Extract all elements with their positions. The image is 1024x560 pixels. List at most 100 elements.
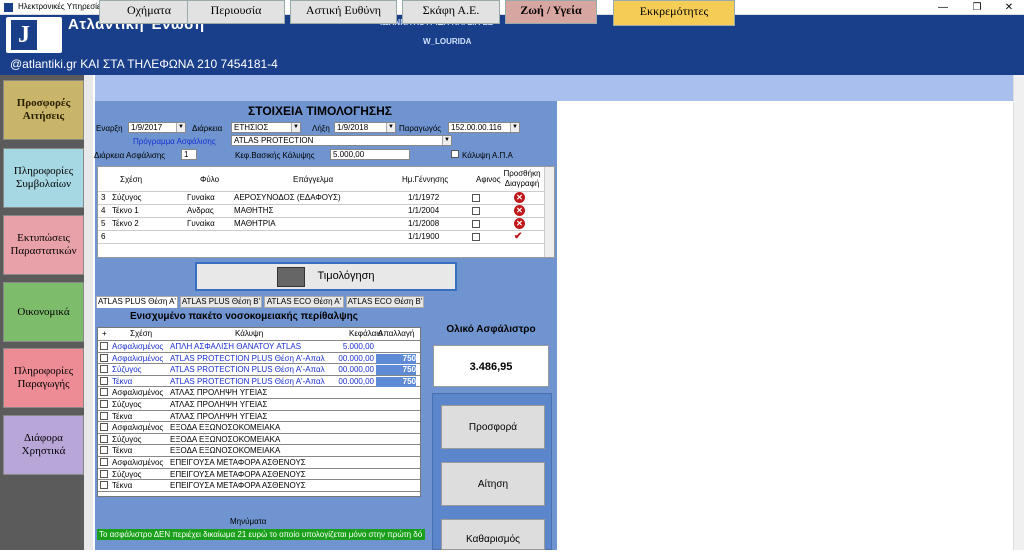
cell-dob[interactable]: 1/1/1972 bbox=[408, 193, 439, 202]
cell-coverage[interactable]: ΕΠΕΙΓΟΥΣΑ ΜΕΤΑΦΟΡΑ ΑΣΘΕΝΟΥΣ bbox=[170, 470, 330, 479]
cell-deductible[interactable] bbox=[376, 458, 416, 468]
coverage-checkbox[interactable] bbox=[100, 342, 108, 350]
coverage-checkbox[interactable] bbox=[100, 423, 108, 432]
table-row[interactable]: Ασφαλισμένος ATLAS PROTECTION PLUS Θέση Α… bbox=[98, 353, 420, 365]
chevron-down-icon[interactable]: ▼ bbox=[291, 123, 300, 132]
subtab-plus-a[interactable]: ATLAS PLUS Θέση Α' bbox=[96, 296, 178, 308]
chevron-down-icon[interactable]: ▼ bbox=[442, 136, 451, 145]
cell-relation[interactable]: Σύζυγος bbox=[112, 470, 167, 479]
coverage-checkbox[interactable] bbox=[100, 411, 108, 420]
cell-job[interactable]: ΜΑΘΗΤΗΣ bbox=[234, 206, 273, 215]
coverage-checkbox[interactable] bbox=[100, 469, 108, 478]
sidebar-item-misc[interactable]: Διάφορα Χρηστικά bbox=[3, 415, 84, 475]
cell-coverage[interactable]: ATLAS PROTECTION PLUS Θέση Α'-Απαλ bbox=[170, 365, 330, 374]
cell-deductible[interactable] bbox=[376, 446, 416, 456]
table-row[interactable]: Σύζυγος ATLAS PROTECTION PLUS Θέση Α'-Απα… bbox=[98, 364, 420, 376]
cell-relation[interactable]: Ασφαλισμένος bbox=[112, 342, 167, 351]
cell-gender[interactable]: Γυναίκα bbox=[187, 193, 215, 202]
sidebar-item-production[interactable]: Πληροφορίες Παραγωγής bbox=[3, 348, 84, 408]
cell-deductible[interactable] bbox=[376, 481, 416, 491]
cell-coverage[interactable]: ATLAS PROTECTION PLUS Θέση Α'-Απαλ bbox=[170, 354, 330, 363]
nonsmoker-checkbox[interactable] bbox=[472, 207, 480, 215]
sidebar-item-contracts[interactable]: Πληροφορίες Συμβολαίων bbox=[3, 148, 84, 208]
ins-duration-field[interactable]: 1 bbox=[181, 149, 197, 160]
cell-gender[interactable]: Ανδρας bbox=[187, 206, 214, 215]
cell-deductible[interactable] bbox=[376, 388, 416, 398]
delete-icon[interactable]: ✕ bbox=[514, 192, 525, 203]
cell-relation[interactable]: Σύζυγος bbox=[112, 435, 167, 444]
cell-coverage[interactable]: ΕΞΟΔΑ ΕΞΩΝΟΣΟΚΟΜΕΙΑΚΑ bbox=[170, 423, 330, 432]
cell-dob[interactable]: 1/1/1900 bbox=[408, 232, 439, 241]
coverage-checkbox[interactable] bbox=[100, 353, 108, 362]
cell-dob[interactable]: 1/1/2004 bbox=[408, 206, 439, 215]
cell-coverage[interactable]: ΑΤΛΑΣ ΠΡΟΛΗΨΗ ΥΓΕΙΑΣ bbox=[170, 400, 330, 409]
cell-relation[interactable]: Ασφαλισμένος bbox=[112, 354, 167, 363]
start-date-field[interactable]: 1/9/2017 ▼ bbox=[128, 122, 186, 133]
cell-deductible[interactable] bbox=[376, 400, 416, 410]
table-row[interactable]: Σύζυγος ΕΠΕΙΓΟΥΣΑ ΜΕΤΑΦΟΡΑ ΑΣΘΕΝΟΥΣ bbox=[98, 469, 420, 481]
cell-deductible[interactable] bbox=[376, 342, 416, 352]
apa-checkbox[interactable] bbox=[451, 150, 459, 158]
cell-deductible[interactable]: 750 bbox=[376, 353, 416, 364]
cell-gender[interactable]: Γυναίκα bbox=[187, 219, 215, 228]
cell-relation[interactable]: Τέκνο 2 bbox=[112, 219, 139, 228]
sidebar-scrollbar[interactable] bbox=[84, 75, 93, 550]
cell-relation[interactable]: Τέκνα bbox=[112, 446, 167, 455]
coverage-checkbox[interactable] bbox=[100, 481, 108, 490]
sidebar-item-offers[interactable]: Προσφορές Αιτήσεις bbox=[3, 80, 84, 140]
subtab-plus-b[interactable]: ATLAS PLUS Θέση Β' bbox=[180, 296, 262, 308]
cell-coverage[interactable]: ΕΠΕΙΓΟΥΣΑ ΜΕΤΑΦΟΡΑ ΑΣΘΕΝΟΥΣ bbox=[170, 481, 330, 490]
duration-select[interactable]: ΕΤΗΣΙΟΣ ▼ bbox=[231, 122, 301, 133]
table-row[interactable]: 6 1/1/1900 ✔ bbox=[98, 231, 544, 244]
cell-deductible[interactable] bbox=[376, 412, 416, 422]
tab-property[interactable]: Περιουσία bbox=[187, 0, 285, 24]
calculate-button[interactable]: Τιμολόγηση bbox=[195, 262, 457, 291]
cell-deductible[interactable] bbox=[376, 470, 416, 480]
add-check-icon[interactable]: ✔ bbox=[514, 231, 522, 242]
cell-job[interactable]: ΑΕΡΟΣΥΝΟΔΟΣ (ΕΔΑΦΟΥΣ) bbox=[234, 193, 341, 202]
coverage-checkbox[interactable] bbox=[100, 365, 108, 374]
cell-capital[interactable]: 00.000,00 bbox=[334, 354, 374, 363]
table-row[interactable]: Ασφαλισμένος ΕΠΕΙΓΟΥΣΑ ΜΕΤΑΦΟΡΑ ΑΣΘΕΝΟΥΣ bbox=[98, 457, 420, 469]
coverage-checkbox[interactable] bbox=[100, 400, 108, 408]
table-row[interactable]: Σύζυγος ΕΞΟΔΑ ΕΞΩΝΟΣΟΚΟΜΕΙΑΚΑ bbox=[98, 434, 420, 446]
cell-coverage[interactable]: ΕΞΟΔΑ ΕΞΩΝΟΣΟΚΟΜΕΙΑΚΑ bbox=[170, 446, 330, 455]
chevron-down-icon[interactable]: ▼ bbox=[510, 123, 519, 132]
tab-vessels[interactable]: Σκάφη Α.Ε. bbox=[402, 0, 500, 24]
capital-field[interactable]: 5.000,00 bbox=[330, 149, 410, 160]
minimize-button[interactable]: — bbox=[926, 0, 960, 15]
table-row[interactable]: Τέκνα ΑΤΛΑΣ ΠΡΟΛΗΨΗ ΥΓΕΙΑΣ bbox=[98, 411, 420, 423]
tab-liability[interactable]: Αστική Ευθύνη bbox=[290, 0, 397, 24]
cell-job[interactable]: ΜΑΘΗΤΡΙΑ bbox=[234, 219, 276, 228]
delete-icon[interactable]: ✕ bbox=[514, 205, 525, 216]
offer-button[interactable]: Προσφορά bbox=[441, 405, 545, 449]
subtab-eco-b[interactable]: ATLAS ECO Θέση Β' bbox=[346, 296, 424, 308]
table-row[interactable]: Τέκνα ΕΠΕΙΓΟΥΣΑ ΜΕΤΑΦΟΡΑ ΑΣΘΕΝΟΥΣ bbox=[98, 480, 420, 492]
cell-relation[interactable]: Τέκνο 1 bbox=[112, 206, 139, 215]
chevron-down-icon[interactable]: ▼ bbox=[386, 123, 395, 132]
table-row[interactable]: Τέκνα ATLAS PROTECTION PLUS Θέση Α'-Απαλ 0… bbox=[98, 376, 420, 388]
coverage-checkbox[interactable] bbox=[100, 446, 108, 455]
chevron-down-icon[interactable]: ▼ bbox=[176, 123, 185, 132]
tab-vehicles[interactable]: Οχήματα bbox=[99, 0, 199, 24]
cell-coverage[interactable]: ΑΤΛΑΣ ΠΡΟΛΗΨΗ ΥΓΕΙΑΣ bbox=[170, 412, 330, 421]
program-select[interactable]: ATLAS PROTECTION ▼ bbox=[231, 135, 452, 146]
cell-coverage[interactable]: ΕΞΟΔΑ ΕΞΩΝΟΣΟΚΟΜΕΙΑΚΑ bbox=[170, 435, 330, 444]
cell-relation[interactable]: Τέκνα bbox=[112, 412, 167, 421]
sidebar-item-prints[interactable]: Εκτυπώσεις Παραστατικών bbox=[3, 215, 84, 275]
tab-life-health[interactable]: Ζωή / Υγεία bbox=[505, 0, 597, 24]
main-scrollbar[interactable] bbox=[1013, 75, 1024, 550]
insured-scrollbar[interactable] bbox=[544, 167, 554, 257]
maximize-button[interactable]: ❐ bbox=[960, 0, 994, 15]
nonsmoker-checkbox[interactable] bbox=[472, 194, 480, 202]
subtab-eco-a[interactable]: ATLAS ECO Θέση Α' bbox=[264, 296, 344, 308]
cell-coverage[interactable]: ΑΤΛΑΣ ΠΡΟΛΗΨΗ ΥΓΕΙΑΣ bbox=[170, 388, 330, 397]
close-window-button[interactable]: ✕ bbox=[992, 0, 1024, 15]
cell-relation[interactable]: Σύζυγος bbox=[112, 193, 142, 202]
cell-capital[interactable]: 5.000,00 bbox=[334, 342, 374, 351]
application-button[interactable]: Αίτηση bbox=[441, 462, 545, 506]
coverage-checkbox[interactable] bbox=[100, 388, 108, 397]
delete-icon[interactable]: ✕ bbox=[514, 218, 525, 229]
clear-button[interactable]: Καθαρισμός bbox=[441, 519, 545, 550]
table-row[interactable]: Ασφαλισμένος ΑΠΛΗ ΑΣΦΑΛΙΣΗ ΘΑΝΑΤΟΥ ATLAS 5… bbox=[98, 341, 420, 353]
